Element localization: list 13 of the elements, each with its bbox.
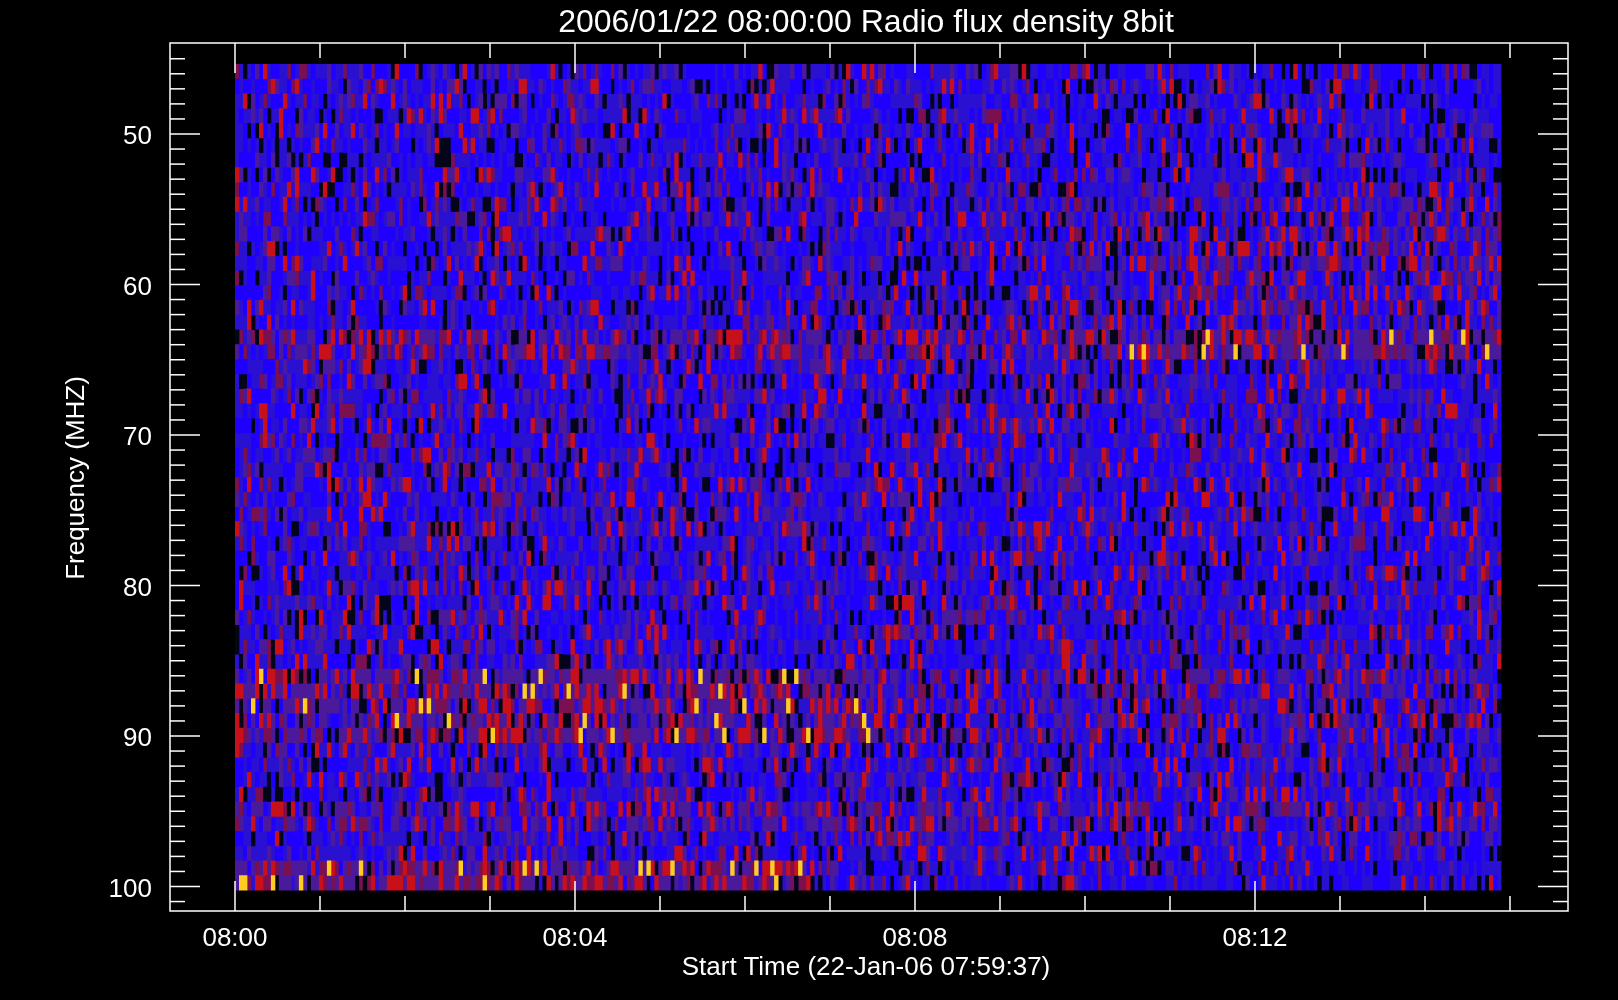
x-tick-label: 08:08 xyxy=(882,922,948,952)
y-tick-label: 70 xyxy=(123,421,152,451)
x-tick-label: 08:04 xyxy=(542,922,608,952)
y-tick-label: 90 xyxy=(123,722,152,752)
y-tick-label: 100 xyxy=(108,872,152,903)
x-axis-label: Start Time (22-Jan-06 07:59:37) xyxy=(681,951,1051,981)
y-tick-label: 50 xyxy=(123,120,152,150)
x-tick-label: 08:12 xyxy=(1222,922,1288,952)
x-tick-label: 08:00 xyxy=(202,922,268,952)
chart-title: 2006/01/22 08:00:00 Radio flux density 8bit xyxy=(558,3,1174,39)
y-tick-label: 80 xyxy=(123,571,152,602)
y-tick-label: 60 xyxy=(123,270,152,301)
y-axis-label: Frequency (MHZ) xyxy=(60,376,90,580)
